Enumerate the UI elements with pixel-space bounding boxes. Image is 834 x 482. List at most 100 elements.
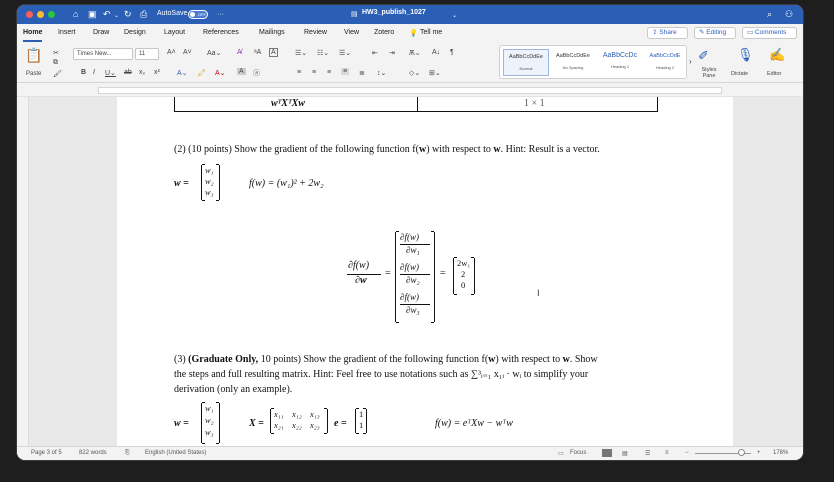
underline-icon[interactable]: U⌄ bbox=[105, 69, 116, 77]
style-no-spacing[interactable]: AaBbCcDdEe No Spacing bbox=[550, 49, 596, 76]
autosave-toggle[interactable]: OFF bbox=[188, 10, 208, 19]
bold-icon[interactable]: B bbox=[81, 69, 86, 76]
editor-icon[interactable]: ✍ bbox=[769, 47, 785, 63]
focus-button[interactable]: Focus bbox=[570, 450, 586, 456]
strikethrough-icon[interactable]: ab bbox=[124, 69, 132, 76]
zoom-window-button[interactable] bbox=[48, 11, 55, 18]
italic-icon[interactable]: I bbox=[93, 69, 95, 76]
increase-indent-icon[interactable]: ⇥ bbox=[389, 49, 395, 57]
focus-icon[interactable]: ▭ bbox=[558, 450, 564, 457]
share-button[interactable]: ⇪ Share bbox=[647, 27, 688, 39]
font-size-select[interactable]: 11 bbox=[135, 48, 159, 60]
style-heading-1[interactable]: AaBbCcDc Heading 1 bbox=[597, 49, 643, 76]
superscript-icon[interactable]: x² bbox=[154, 69, 160, 76]
style-name: Heading 2 bbox=[655, 65, 675, 70]
minimize-window-button[interactable] bbox=[37, 11, 44, 18]
account-icon[interactable]: ⚇ bbox=[785, 8, 793, 20]
borders-icon[interactable]: ⊞⌄ bbox=[429, 69, 441, 77]
undo-dropdown-icon[interactable]: ⌄ bbox=[114, 10, 119, 22]
zoom-level[interactable]: 178% bbox=[773, 450, 788, 456]
align-right-icon[interactable]: ≡ bbox=[327, 69, 331, 76]
styles-gallery: AaBbCcDdEe Normal AaBbCcDdEe No Spacing … bbox=[499, 45, 687, 79]
search-icon[interactable]: ⌕ bbox=[767, 8, 772, 20]
decrease-indent-icon[interactable]: ⇤ bbox=[372, 49, 378, 57]
word-count[interactable]: 822 words bbox=[79, 450, 107, 456]
zoom-slider-thumb[interactable] bbox=[738, 449, 745, 456]
tab-zotero[interactable]: Zotero bbox=[374, 29, 394, 36]
font-name-select[interactable]: Times New... bbox=[73, 48, 133, 60]
char-border-icon[interactable]: A bbox=[269, 48, 278, 57]
numbering-icon[interactable]: ☷⌄ bbox=[317, 49, 329, 57]
justify-icon[interactable]: ≡ bbox=[341, 68, 350, 75]
print-icon[interactable]: ⎙ bbox=[140, 8, 147, 20]
multilevel-list-icon[interactable]: ☰⌄ bbox=[339, 49, 351, 57]
w-symbol: w = bbox=[174, 178, 189, 189]
align-center-icon[interactable]: ≡ bbox=[312, 69, 316, 76]
ribbon-home: 📋 Paste ✂ ⧉ 🖌 Times New... 11 A˄ A˅ Aa⌄ … bbox=[17, 43, 803, 83]
language[interactable]: English (United States) bbox=[145, 450, 206, 456]
styles-more-icon[interactable]: › bbox=[689, 57, 692, 66]
tell-me-field[interactable]: Tell me bbox=[420, 29, 442, 36]
document-page[interactable]: wᵀXᵀXw 1 × 1 (2) (10 points) Show the gr… bbox=[117, 97, 733, 446]
f3-definition: f(w) = eᵀXw − wᵀw bbox=[435, 418, 513, 429]
shading-icon[interactable]: ◇⌄ bbox=[409, 69, 420, 77]
vertical-ruler[interactable] bbox=[17, 97, 29, 446]
font-color-icon[interactable]: A⌄ bbox=[215, 69, 226, 77]
title-dropdown-icon[interactable]: ⌄ bbox=[452, 10, 457, 22]
style-normal[interactable]: AaBbCcDdEe Normal bbox=[503, 49, 549, 76]
tab-references[interactable]: References bbox=[203, 29, 239, 36]
line-spacing-icon[interactable]: ↕⌄ bbox=[377, 69, 386, 77]
document-title[interactable]: HW3_publish_1027 bbox=[362, 9, 426, 16]
microphone-icon[interactable]: 🎙 bbox=[737, 47, 754, 63]
char-shading-icon[interactable]: A bbox=[237, 68, 246, 75]
tab-home[interactable]: Home bbox=[23, 29, 43, 42]
equals-sign: = bbox=[440, 268, 446, 279]
tab-insert[interactable]: Insert bbox=[58, 29, 76, 36]
undo-icon[interactable]: ↶ bbox=[103, 8, 111, 20]
more-commands-button[interactable]: ··· bbox=[217, 9, 224, 21]
text-effects-icon[interactable]: A⌄ bbox=[177, 69, 188, 77]
horizontal-ruler[interactable] bbox=[17, 84, 803, 97]
tab-layout[interactable]: Layout bbox=[164, 29, 185, 36]
paste-icon[interactable]: 📋 bbox=[25, 47, 42, 64]
style-heading-2[interactable]: AaBbCcDdE Heading 2 bbox=[642, 49, 688, 76]
print-layout-view[interactable] bbox=[602, 449, 612, 457]
format-painter-icon[interactable]: 🖌 bbox=[53, 70, 62, 78]
outline-view-icon[interactable]: ☰ bbox=[645, 450, 650, 457]
zoom-in-icon[interactable]: + bbox=[757, 450, 761, 456]
copy-icon[interactable]: ⧉ bbox=[53, 59, 58, 67]
tab-view[interactable]: View bbox=[344, 29, 359, 36]
styles-pane-icon[interactable]: ✐ bbox=[698, 48, 709, 64]
tab-review[interactable]: Review bbox=[304, 29, 327, 36]
redo-icon[interactable]: ↻ bbox=[124, 8, 132, 20]
phonetic-guide-icon[interactable]: ᵃA bbox=[254, 49, 261, 56]
tab-draw[interactable]: Draw bbox=[93, 29, 109, 36]
comments-button[interactable]: ▭ Comments bbox=[742, 27, 797, 39]
sort-icon[interactable]: A↓ bbox=[432, 49, 440, 56]
web-layout-icon[interactable]: ▤ bbox=[622, 450, 628, 457]
distributed-icon[interactable]: ≣ bbox=[359, 69, 365, 77]
page-count[interactable]: Page 3 of 5 bbox=[31, 450, 62, 456]
zoom-out-icon[interactable]: − bbox=[685, 450, 689, 456]
tab-design[interactable]: Design bbox=[124, 29, 146, 36]
tab-mailings[interactable]: Mailings bbox=[259, 29, 285, 36]
save-icon[interactable]: ▣ bbox=[88, 8, 97, 20]
enclose-char-icon[interactable]: ⓐ bbox=[253, 68, 260, 78]
draft-view-icon[interactable]: ≡ bbox=[665, 450, 669, 456]
align-left-icon[interactable]: ≡ bbox=[297, 69, 301, 76]
proofing-icon[interactable]: ⎘ bbox=[125, 450, 130, 457]
bullets-icon[interactable]: ☰⌄ bbox=[295, 49, 307, 57]
subscript-icon[interactable]: x₂ bbox=[139, 69, 145, 76]
grow-font-icon[interactable]: A˄ bbox=[167, 49, 176, 56]
change-case-icon[interactable]: Aa⌄ bbox=[207, 49, 221, 57]
highlight-icon[interactable]: 🖍 bbox=[197, 69, 206, 77]
home-icon[interactable]: ⌂ bbox=[73, 8, 78, 20]
close-window-button[interactable] bbox=[26, 11, 33, 18]
shrink-font-icon[interactable]: A˅ bbox=[183, 49, 192, 56]
cut-icon[interactable]: ✂ bbox=[53, 49, 59, 57]
clear-format-icon[interactable]: A̸ bbox=[237, 49, 242, 56]
table-divider bbox=[417, 97, 418, 111]
asian-layout-icon[interactable]: Ѫ⌄ bbox=[409, 49, 421, 57]
editing-button[interactable]: ✎ Editing bbox=[694, 27, 736, 39]
show-marks-icon[interactable]: ¶ bbox=[450, 49, 454, 56]
